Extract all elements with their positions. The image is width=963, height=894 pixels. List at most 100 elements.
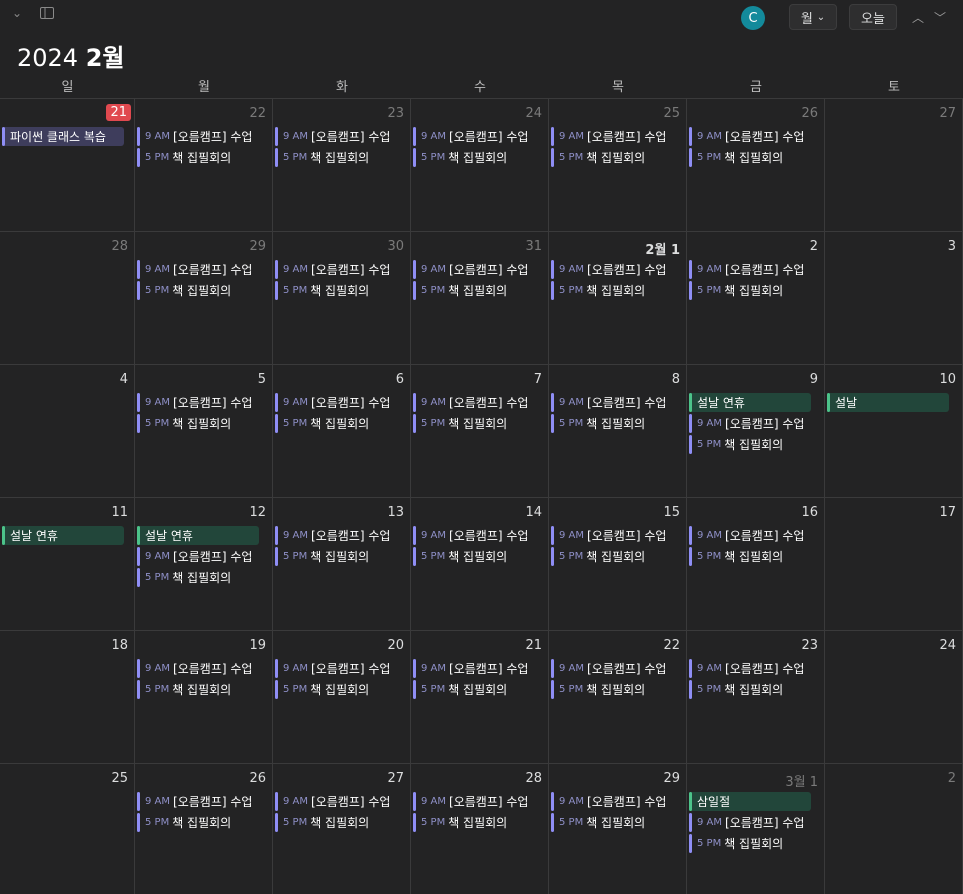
- timed-event[interactable]: 5 PM 책 집필회의: [413, 414, 507, 433]
- day-cell[interactable]: 79 AM [오름캠프] 수업 5 PM 책 집필회의: [411, 364, 549, 497]
- timed-event[interactable]: 9 AM [오름캠프] 수업: [137, 393, 252, 412]
- timed-event[interactable]: 9 AM [오름캠프] 수업: [137, 260, 252, 279]
- day-cell[interactable]: 25 9 AM [오름캠프] 수업 5 PM 책 집필회의: [549, 98, 687, 231]
- day-cell[interactable]: 3월 1 삼일절 9 AM [오름캠프] 수업 5 PM 책 집필회의: [687, 763, 825, 894]
- day-cell[interactable]: 10 설날: [825, 364, 963, 497]
- holiday-event[interactable]: 설날 연휴: [137, 526, 259, 545]
- timed-event[interactable]: 5 PM 책 집필회의: [551, 547, 645, 566]
- day-cell[interactable]: 25: [0, 763, 135, 894]
- view-select-button[interactable]: 월 ⌄: [789, 4, 837, 30]
- timed-event[interactable]: 5 PM 책 집필회의: [413, 547, 507, 566]
- timed-event[interactable]: 5 PM 책 집필회의: [137, 281, 231, 300]
- timed-event[interactable]: 9 AM [오름캠프] 수업: [551, 260, 666, 279]
- timed-event[interactable]: 5 PM 책 집필회의: [275, 148, 369, 167]
- timed-event[interactable]: 9 AM [오름캠프] 수업: [689, 127, 804, 146]
- timed-event[interactable]: 9 AM [오름캠프] 수업: [275, 792, 390, 811]
- day-cell[interactable]: 12 설날 연휴 9 AM [오름캠프] 수업 5 PM 책 집필회의: [135, 497, 273, 630]
- timed-event[interactable]: 5 PM 책 집필회의: [689, 281, 783, 300]
- timed-event[interactable]: 5 PM 책 집필회의: [689, 435, 783, 454]
- day-cell[interactable]: 13 9 AM [오름캠프] 수업 5 PM 책 집필회의: [273, 497, 411, 630]
- day-cell[interactable]: 21 파이썬 클래스 복습: [0, 98, 135, 231]
- day-cell[interactable]: 26 9 AM [오름캠프] 수업 5 PM 책 집필회의: [135, 763, 273, 894]
- timed-event[interactable]: 9 AM [오름캠프] 수업: [689, 260, 804, 279]
- timed-event[interactable]: 9 AM [오름캠프] 수업: [413, 127, 528, 146]
- day-cell[interactable]: 29 9 AM [오름캠프] 수업 5 PM 책 집필회의: [135, 231, 273, 364]
- timed-event[interactable]: 5 PM 책 집필회의: [137, 680, 231, 699]
- day-cell[interactable]: 30 9 AM [오름캠프] 수업 5 PM 책 집필회의: [273, 231, 411, 364]
- sidebar-toggle-icon[interactable]: [38, 4, 56, 22]
- timed-event[interactable]: 5 PM 책 집필회의: [413, 680, 507, 699]
- day-cell[interactable]: 27: [825, 98, 963, 231]
- timed-event[interactable]: 9 AM [오름캠프] 수업: [689, 526, 804, 545]
- day-cell[interactable]: 89 AM [오름캠프] 수업 5 PM 책 집필회의: [549, 364, 687, 497]
- timed-event[interactable]: 9 AM [오름캠프] 수업: [137, 659, 252, 678]
- timed-event[interactable]: 9 AM [오름캠프] 수업: [689, 414, 804, 433]
- timed-event[interactable]: 5 PM 책 집필회의: [137, 568, 231, 587]
- timed-event[interactable]: 5 PM 책 집필회의: [689, 834, 783, 853]
- day-cell[interactable]: 22 9 AM [오름캠프] 수업 5 PM 책 집필회의: [135, 98, 273, 231]
- allday-event[interactable]: 파이썬 클래스 복습: [2, 127, 124, 146]
- timed-event[interactable]: 9 AM [오름캠프] 수업: [551, 659, 666, 678]
- chevron-down-icon[interactable]: ⌄: [8, 4, 26, 22]
- avatar[interactable]: C: [741, 6, 765, 30]
- day-cell[interactable]: 9 설날 연휴 9 AM [오름캠프] 수업 5 PM 책 집필회의: [687, 364, 825, 497]
- day-cell[interactable]: 28: [0, 231, 135, 364]
- day-cell[interactable]: 2: [825, 763, 963, 894]
- timed-event[interactable]: 5 PM 책 집필회의: [137, 813, 231, 832]
- day-cell[interactable]: 31 9 AM [오름캠프] 수업 5 PM 책 집필회의: [411, 231, 549, 364]
- day-cell[interactable]: 28 9 AM [오름캠프] 수업 5 PM 책 집필회의: [411, 763, 549, 894]
- timed-event[interactable]: 9 AM [오름캠프] 수업: [137, 127, 252, 146]
- timed-event[interactable]: 5 PM 책 집필회의: [689, 680, 783, 699]
- timed-event[interactable]: 9 AM [오름캠프] 수업: [551, 792, 666, 811]
- timed-event[interactable]: 5 PM 책 집필회의: [413, 148, 507, 167]
- chevron-up-icon[interactable]: ︿: [910, 8, 926, 26]
- day-cell[interactable]: 14 9 AM [오름캠프] 수업 5 PM 책 집필회의: [411, 497, 549, 630]
- timed-event[interactable]: 9 AM [오름캠프] 수업: [137, 547, 252, 566]
- holiday-event[interactable]: 설날 연휴: [689, 393, 811, 412]
- day-cell[interactable]: 23 9 AM [오름캠프] 수업 5 PM 책 집필회의: [687, 630, 825, 763]
- day-cell[interactable]: 18: [0, 630, 135, 763]
- timed-event[interactable]: 9 AM [오름캠프] 수업: [689, 659, 804, 678]
- day-cell[interactable]: 17: [825, 497, 963, 630]
- timed-event[interactable]: 9 AM [오름캠프] 수업: [413, 526, 528, 545]
- day-cell[interactable]: 24: [825, 630, 963, 763]
- timed-event[interactable]: 5 PM 책 집필회의: [551, 813, 645, 832]
- timed-event[interactable]: 9 AM [오름캠프] 수업: [551, 393, 666, 412]
- timed-event[interactable]: 9 AM [오름캠프] 수업: [137, 792, 252, 811]
- timed-event[interactable]: 9 AM [오름캠프] 수업: [413, 792, 528, 811]
- day-cell[interactable]: 26 9 AM [오름캠프] 수업 5 PM 책 집필회의: [687, 98, 825, 231]
- timed-event[interactable]: 5 PM 책 집필회의: [275, 813, 369, 832]
- today-button[interactable]: 오늘: [849, 4, 897, 30]
- day-cell[interactable]: 24 9 AM [오름캠프] 수업 5 PM 책 집필회의: [411, 98, 549, 231]
- timed-event[interactable]: 5 PM 책 집필회의: [275, 281, 369, 300]
- day-cell[interactable]: 59 AM [오름캠프] 수업 5 PM 책 집필회의: [135, 364, 273, 497]
- day-cell[interactable]: 4: [0, 364, 135, 497]
- day-cell[interactable]: 27 9 AM [오름캠프] 수업 5 PM 책 집필회의: [273, 763, 411, 894]
- timed-event[interactable]: 5 PM 책 집필회의: [689, 547, 783, 566]
- day-cell[interactable]: 2월 19 AM [오름캠프] 수업 5 PM 책 집필회의: [549, 231, 687, 364]
- timed-event[interactable]: 9 AM [오름캠프] 수업: [275, 127, 390, 146]
- timed-event[interactable]: 9 AM [오름캠프] 수업: [275, 260, 390, 279]
- timed-event[interactable]: 9 AM [오름캠프] 수업: [275, 393, 390, 412]
- day-cell[interactable]: 69 AM [오름캠프] 수업 5 PM 책 집필회의: [273, 364, 411, 497]
- timed-event[interactable]: 5 PM 책 집필회의: [413, 281, 507, 300]
- timed-event[interactable]: 5 PM 책 집필회의: [551, 148, 645, 167]
- holiday-event[interactable]: 삼일절: [689, 792, 811, 811]
- day-cell[interactable]: 20 9 AM [오름캠프] 수업 5 PM 책 집필회의: [273, 630, 411, 763]
- timed-event[interactable]: 9 AM [오름캠프] 수업: [551, 526, 666, 545]
- day-cell[interactable]: 29 AM [오름캠프] 수업 5 PM 책 집필회의: [687, 231, 825, 364]
- day-cell[interactable]: 15 9 AM [오름캠프] 수업 5 PM 책 집필회의: [549, 497, 687, 630]
- timed-event[interactable]: 5 PM 책 집필회의: [551, 281, 645, 300]
- holiday-event[interactable]: 설날 연휴: [2, 526, 124, 545]
- timed-event[interactable]: 9 AM [오름캠프] 수업: [413, 260, 528, 279]
- day-cell[interactable]: 21 9 AM [오름캠프] 수업 5 PM 책 집필회의: [411, 630, 549, 763]
- timed-event[interactable]: 5 PM 책 집필회의: [275, 680, 369, 699]
- timed-event[interactable]: 9 AM [오름캠프] 수업: [689, 813, 804, 832]
- timed-event[interactable]: 5 PM 책 집필회의: [551, 680, 645, 699]
- day-cell[interactable]: 22 9 AM [오름캠프] 수업 5 PM 책 집필회의: [549, 630, 687, 763]
- timed-event[interactable]: 5 PM 책 집필회의: [689, 148, 783, 167]
- day-cell[interactable]: 3: [825, 231, 963, 364]
- day-cell[interactable]: 16 9 AM [오름캠프] 수업 5 PM 책 집필회의: [687, 497, 825, 630]
- timed-event[interactable]: 5 PM 책 집필회의: [275, 547, 369, 566]
- holiday-event[interactable]: 설날: [827, 393, 949, 412]
